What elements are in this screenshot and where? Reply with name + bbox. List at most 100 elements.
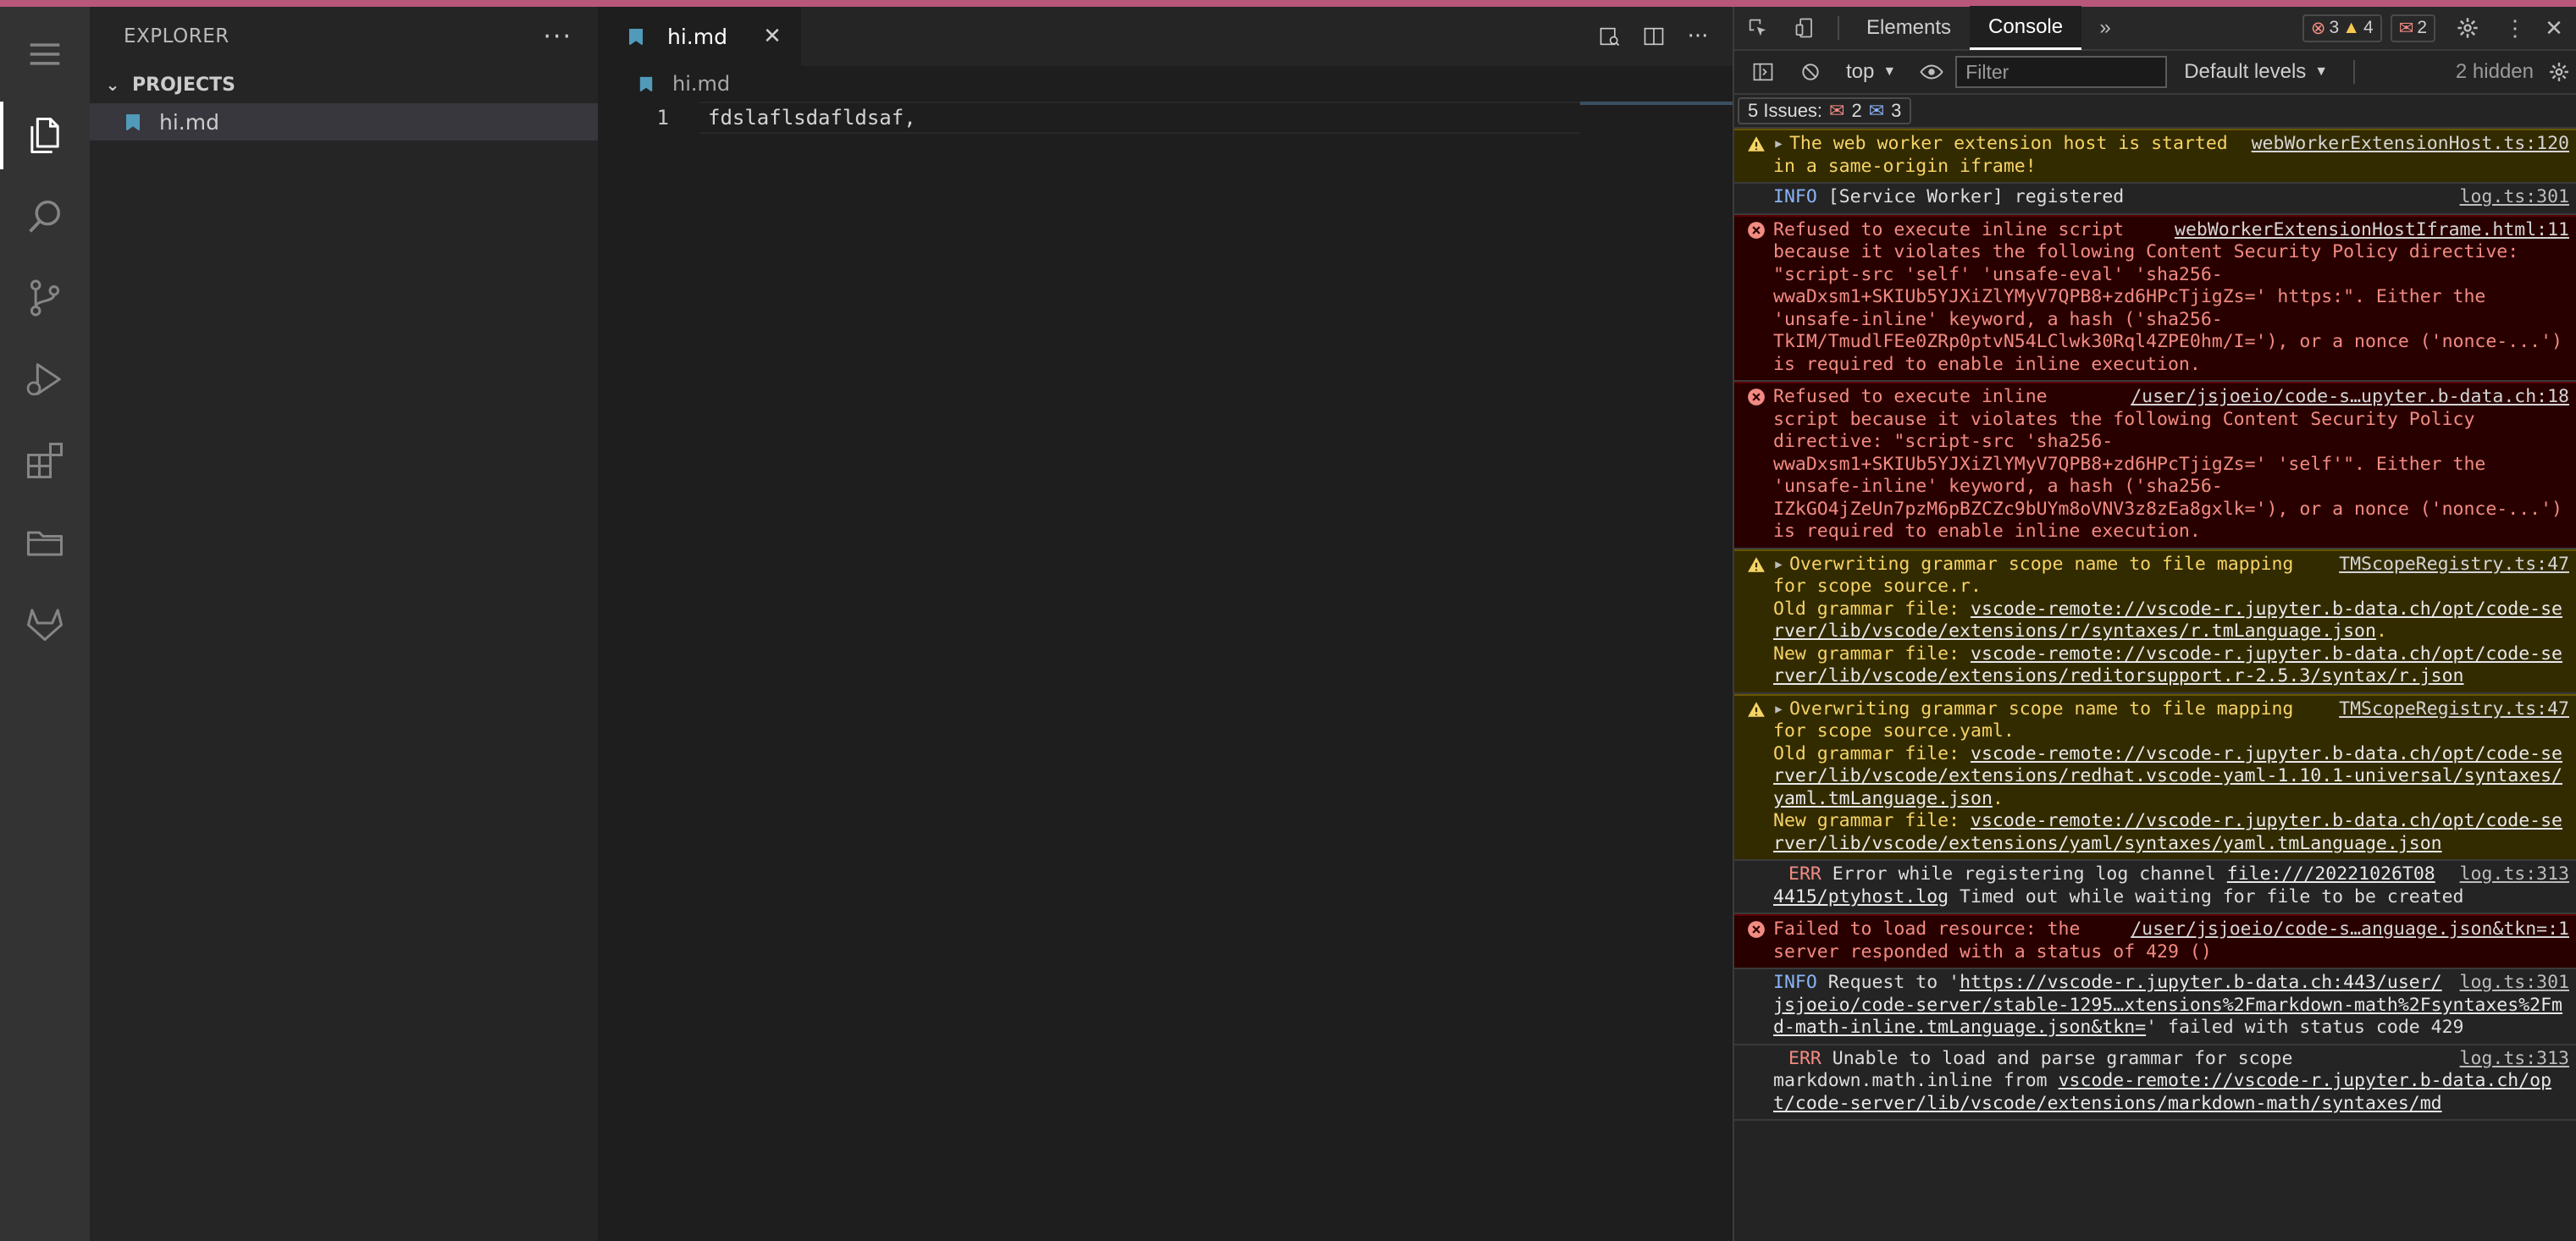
expand-triangle-icon[interactable]: ▸ bbox=[1773, 133, 1784, 154]
section-title: PROJECTS bbox=[132, 74, 235, 96]
message-source-link[interactable]: webWorkerExtensionHostIframe.html:11 bbox=[2175, 219, 2569, 242]
message-source-link[interactable]: webWorkerExtensionHost.ts:120 bbox=[2252, 133, 2569, 156]
kebab-menu-icon[interactable]: ⋮ bbox=[2500, 15, 2530, 41]
message-source-link[interactable]: TMScopeRegistry.ts:47 bbox=[2339, 698, 2569, 721]
search-icon bbox=[29, 200, 60, 233]
activity-run-debug[interactable] bbox=[0, 339, 90, 420]
console-messages[interactable]: webWorkerExtensionHost.ts:120 ▸ The web w… bbox=[1734, 129, 2576, 1241]
activity-search[interactable] bbox=[0, 176, 90, 257]
message-text: Overwriting grammar scope name to file m… bbox=[1773, 698, 2294, 742]
message-source-link[interactable]: log.ts:301 bbox=[2460, 186, 2569, 209]
context-selector[interactable]: top ▼ bbox=[1834, 60, 1908, 84]
code-line[interactable]: 1 fdslaflsdafldsaf, bbox=[598, 102, 1733, 134]
breadcrumb-file: hi.md bbox=[672, 72, 731, 96]
more-tabs-icon[interactable]: » bbox=[2081, 16, 2129, 40]
old-grammar-label: Old grammar file: bbox=[1773, 598, 1960, 620]
open-preview-icon[interactable] bbox=[1597, 24, 1622, 49]
console-message-log-error[interactable]: log.ts:313 ERR Error while registering l… bbox=[1734, 861, 2576, 914]
close-icon[interactable]: ✕ bbox=[755, 24, 789, 49]
console-message-error[interactable]: /user/jsjoeio/code-s…anguage.json&tkn=:1… bbox=[1734, 914, 2576, 969]
sidebar-toggle-icon[interactable] bbox=[1739, 60, 1787, 84]
markdown-file-icon bbox=[117, 113, 149, 131]
menu-button[interactable] bbox=[0, 14, 90, 95]
new-grammar-label: New grammar file: bbox=[1773, 810, 1960, 831]
log-levels-dropdown[interactable]: Default levels ▼ bbox=[2167, 60, 2345, 84]
message-source-link[interactable]: log.ts:313 bbox=[2460, 1048, 2569, 1071]
console-message-warning[interactable]: TMScopeRegistry.ts:47 ▸ Overwriting gramm… bbox=[1734, 549, 2576, 694]
activity-extensions[interactable] bbox=[0, 420, 90, 501]
code-editor[interactable]: 1 fdslaflsdafldsaf, bbox=[598, 102, 1733, 1241]
message-text-after: ' failed with status code 429 bbox=[2146, 1017, 2464, 1038]
error-count: 3 bbox=[2329, 18, 2340, 37]
expand-triangle-icon[interactable]: ▸ bbox=[1773, 698, 1784, 720]
log-level-label: INFO bbox=[1773, 186, 1817, 207]
minimap[interactable] bbox=[1580, 102, 1733, 105]
menu-icon bbox=[30, 43, 60, 65]
remote-explorer-icon bbox=[26, 531, 64, 556]
console-message-info[interactable]: log.ts:301 INFO Request to 'https://vsco… bbox=[1734, 969, 2576, 1045]
message-text: [Service Worker] registered bbox=[1827, 186, 2125, 207]
activity-remote-explorer[interactable] bbox=[0, 501, 90, 582]
hidden-messages-count: 2 hidden bbox=[2455, 60, 2534, 83]
devtools-toolbar: Elements Console » ⊗ 3 ▲ 4 ✉ 2 ⋮ ✕ bbox=[1734, 6, 2576, 51]
extensions-icon bbox=[26, 442, 64, 479]
error-icon bbox=[1748, 221, 1765, 239]
inspect-element-icon[interactable] bbox=[1734, 16, 1782, 40]
error-warning-counter[interactable]: ⊗ 3 ▲ 4 bbox=[2302, 14, 2382, 42]
issues-counter[interactable]: ✉ 2 bbox=[2390, 14, 2435, 42]
live-expression-eye-icon[interactable] bbox=[1908, 59, 1955, 85]
close-devtools-icon[interactable]: ✕ bbox=[2539, 15, 2569, 41]
split-editor-icon[interactable] bbox=[1641, 24, 1667, 49]
explorer-icon bbox=[30, 117, 59, 154]
activity-gitlab[interactable] bbox=[0, 582, 90, 664]
message-source-link[interactable]: /user/jsjoeio/code-s…anguage.json&tkn=:1 bbox=[2131, 918, 2569, 941]
tab-label: hi.md bbox=[667, 24, 727, 49]
log-level-label: ERR bbox=[1788, 863, 1821, 885]
markdown-file-icon bbox=[620, 27, 652, 46]
tab-elements[interactable]: Elements bbox=[1848, 6, 1970, 50]
more-actions-button[interactable]: ··· bbox=[543, 22, 572, 52]
issues-link[interactable]: 5 Issues: ✉ 2 ✉ 3 bbox=[1738, 97, 1912, 124]
warning-count: 4 bbox=[2363, 18, 2374, 37]
issues-bar: 5 Issues: ✉ 2 ✉ 3 bbox=[1734, 95, 2576, 129]
message-text: Error while registering log channel bbox=[1832, 863, 2216, 885]
projects-section-header[interactable]: ⌄ PROJECTS bbox=[90, 66, 598, 103]
line-text[interactable]: fdslaflsdafldsaf, bbox=[699, 102, 1580, 134]
issue-error-icon: ✉ bbox=[1829, 100, 1845, 121]
activity-source-control[interactable] bbox=[0, 257, 90, 339]
message-source-link[interactable]: log.ts:301 bbox=[2460, 972, 2569, 995]
console-message-warning[interactable]: webWorkerExtensionHost.ts:120 ▸ The web w… bbox=[1734, 129, 2576, 184]
console-message-info[interactable]: log.ts:301 INFO [Service Worker] registe… bbox=[1734, 184, 2576, 215]
device-toolbar-icon[interactable] bbox=[1782, 16, 1829, 40]
message-text: The web worker extension host is started… bbox=[1773, 133, 2228, 177]
source-control-icon bbox=[30, 279, 60, 317]
filter-input[interactable] bbox=[1955, 56, 2168, 88]
tab-hi-md[interactable]: hi.md ✕ bbox=[598, 7, 801, 66]
console-message-warning[interactable]: TMScopeRegistry.ts:47 ▸ Overwriting gramm… bbox=[1734, 693, 2576, 861]
console-message-error[interactable]: /user/jsjoeio/code-s…upyter.b-data.ch:18… bbox=[1734, 382, 2576, 549]
chevron-down-icon: ⌄ bbox=[105, 74, 120, 95]
file-name: hi.md bbox=[159, 109, 219, 135]
clear-console-icon[interactable] bbox=[1787, 61, 1834, 83]
file-item-hi-md[interactable]: hi.md bbox=[90, 103, 598, 141]
more-actions-icon[interactable]: ··· bbox=[1685, 24, 1711, 49]
settings-gear-icon[interactable] bbox=[2444, 16, 2491, 40]
sidebar-title: EXPLORER bbox=[124, 25, 229, 47]
message-source-link[interactable]: /user/jsjoeio/code-s…upyter.b-data.ch:18 bbox=[2131, 386, 2569, 409]
issue-info-icon: ✉ bbox=[1868, 100, 1885, 121]
warning-icon: ▲ bbox=[2342, 18, 2361, 37]
message-source-link[interactable]: TMScopeRegistry.ts:47 bbox=[2339, 554, 2569, 576]
issue-count: 2 bbox=[2417, 18, 2427, 37]
message-source-link[interactable]: log.ts:313 bbox=[2460, 863, 2569, 886]
console-message-log-error[interactable]: log.ts:313 ERR Unable to load and parse … bbox=[1734, 1045, 2576, 1121]
breadcrumb[interactable]: hi.md bbox=[598, 66, 1733, 102]
run-debug-icon bbox=[26, 363, 61, 396]
message-text: Refused to execute inline script because… bbox=[1773, 386, 2562, 542]
expand-triangle-icon[interactable]: ▸ bbox=[1773, 554, 1784, 575]
console-settings-gear-icon[interactable] bbox=[2542, 61, 2576, 83]
tab-console[interactable]: Console bbox=[1970, 6, 2082, 50]
devtools-panel: Elements Console » ⊗ 3 ▲ 4 ✉ 2 ⋮ ✕ top ▼… bbox=[1733, 6, 2576, 1241]
console-message-error[interactable]: webWorkerExtensionHostIframe.html:11 Ref… bbox=[1734, 214, 2576, 382]
status-counters: ⊗ 3 ▲ 4 ✉ 2 ⋮ ✕ bbox=[2302, 14, 2576, 42]
activity-explorer[interactable] bbox=[0, 95, 90, 176]
